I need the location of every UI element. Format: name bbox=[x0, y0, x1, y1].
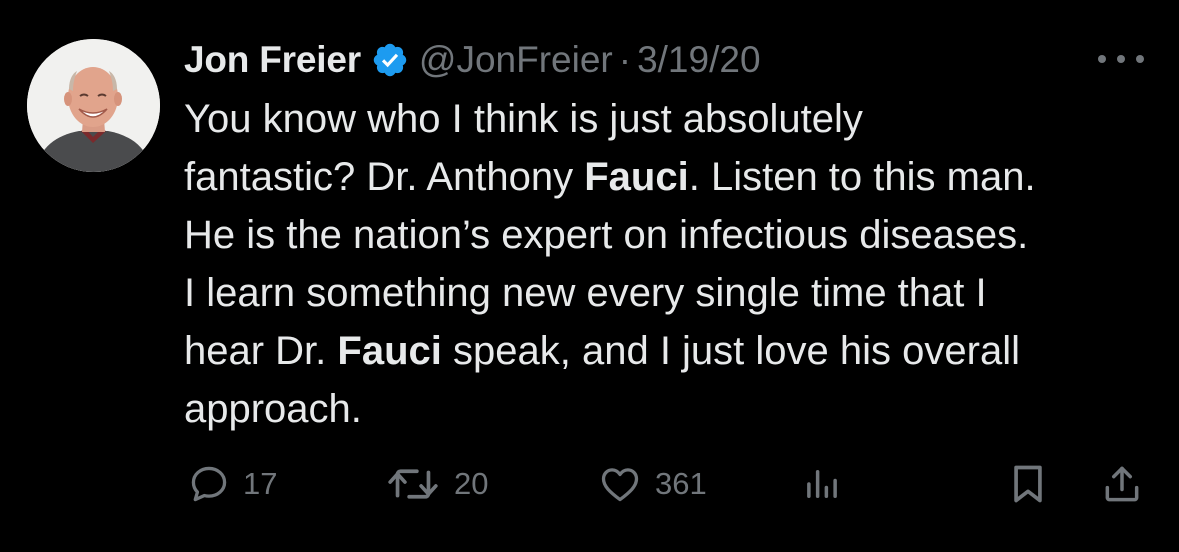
share-button[interactable] bbox=[1100, 462, 1144, 506]
more-dot bbox=[1117, 55, 1125, 63]
like-button[interactable]: 361 bbox=[597, 462, 707, 506]
share-upload-icon bbox=[1105, 466, 1139, 502]
tweet-text-line: fantastic? Dr. Anthony Fauci. Listen to … bbox=[184, 148, 1164, 206]
bold-text-segment: Fauci bbox=[337, 329, 442, 373]
bookmark-icon bbox=[1014, 465, 1042, 503]
text-segment: speak, and I just love his overall bbox=[441, 329, 1020, 373]
more-dot bbox=[1136, 55, 1144, 63]
text-segment: hear Dr. bbox=[184, 329, 338, 373]
tweet-text-line: I learn something new every single time … bbox=[184, 264, 1164, 322]
text-segment: I learn something new every single time … bbox=[184, 271, 987, 315]
views-button[interactable] bbox=[801, 462, 843, 506]
reply-button[interactable]: 17 bbox=[187, 462, 277, 506]
retweet-arrows-icon bbox=[388, 469, 438, 499]
text-segment: He is the nation’s expert on infectious … bbox=[184, 213, 1029, 257]
bold-text-segment: Fauci bbox=[584, 155, 689, 199]
tweet-text-line: hear Dr. Fauci speak, and I just love hi… bbox=[184, 322, 1164, 380]
author-handle[interactable]: @JonFreier bbox=[419, 39, 613, 81]
tweet-date[interactable]: 3/19/20 bbox=[637, 39, 760, 81]
tweet-header: Jon Freier @JonFreier · 3/19/20 bbox=[184, 34, 761, 86]
text-segment: . Listen to this man. bbox=[688, 155, 1036, 199]
tweet-text-line: You know who I think is just absolutely bbox=[184, 90, 1164, 148]
text-segment: approach. bbox=[184, 387, 362, 431]
reply-count: 17 bbox=[243, 466, 278, 501]
tweet-card[interactable]: Jon Freier @JonFreier · 3/19/20 You know… bbox=[0, 0, 1179, 552]
reply-bubble-icon bbox=[191, 466, 227, 502]
retweet-count: 20 bbox=[454, 466, 489, 501]
more-horizontal-icon[interactable] bbox=[1098, 44, 1144, 74]
heart-icon bbox=[601, 468, 639, 502]
like-count: 361 bbox=[655, 466, 707, 501]
author-display-name[interactable]: Jon Freier bbox=[184, 39, 361, 81]
avatar-photo bbox=[27, 39, 160, 172]
retweet-button[interactable]: 20 bbox=[384, 462, 488, 506]
analytics-bars-icon bbox=[807, 470, 837, 498]
author-avatar[interactable] bbox=[27, 39, 160, 172]
tweet-text-line: He is the nation’s expert on infectious … bbox=[184, 206, 1164, 264]
text-segment: You know who I think is just absolutely bbox=[184, 97, 863, 141]
tweet-text: You know who I think is just absolutely … bbox=[184, 90, 1164, 438]
tweet-text-line: approach. bbox=[184, 380, 1164, 438]
more-dot bbox=[1098, 55, 1106, 63]
bookmark-button[interactable] bbox=[1008, 462, 1048, 506]
text-segment: fantastic? Dr. Anthony bbox=[184, 155, 585, 199]
header-separator: · bbox=[618, 39, 632, 80]
verified-badge-icon[interactable] bbox=[371, 41, 409, 79]
